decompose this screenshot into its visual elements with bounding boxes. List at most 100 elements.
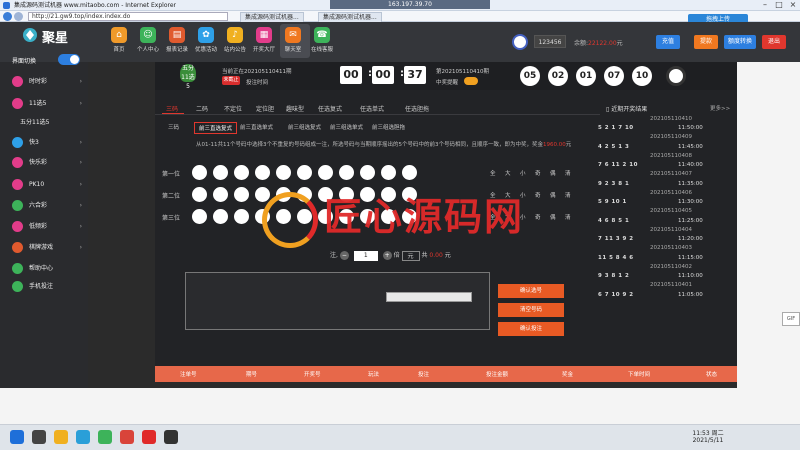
number-ball[interactable]	[255, 165, 270, 180]
sidebar-item-label: 低频彩	[29, 223, 48, 230]
subtab-2[interactable]: 前三直选单式	[236, 122, 277, 134]
video-reel-icon[interactable]	[666, 66, 686, 86]
quick-pick-5[interactable]: 清	[565, 169, 571, 177]
logout-button[interactable]: 退出	[762, 35, 786, 49]
tab-5[interactable]: 任选复式	[318, 104, 342, 113]
quick-pick-3[interactable]: 奇	[535, 169, 541, 177]
number-ball[interactable]	[276, 165, 291, 180]
tab-6[interactable]: 任选单式	[360, 104, 384, 113]
forward-icon[interactable]	[14, 12, 23, 21]
quick-pick-1[interactable]: 大	[505, 169, 511, 177]
back-icon[interactable]	[3, 12, 12, 21]
sidebar-item-6[interactable]: 六合彩 ›	[12, 199, 82, 213]
quick-pick-4[interactable]: 偶	[550, 169, 556, 177]
number-ball[interactable]	[213, 209, 228, 224]
withdraw-button[interactable]: 提款	[694, 35, 718, 49]
sidebar-item-7[interactable]: 低频彩 ›	[12, 220, 82, 234]
tab-1[interactable]: 二码	[196, 104, 208, 113]
number-ball[interactable]	[192, 165, 207, 180]
confirm-bet-button[interactable]: 确认投注	[498, 322, 564, 336]
quick-pick-0[interactable]: 全	[490, 169, 496, 177]
maximize-icon[interactable]: □	[772, 0, 786, 10]
taskbar-app-icon[interactable]	[120, 430, 134, 444]
number-ball[interactable]	[255, 187, 270, 202]
game-icon	[12, 76, 23, 87]
sidebar-item-2[interactable]: 五分11选5	[20, 116, 90, 130]
unit-select[interactable]: 元	[401, 250, 420, 261]
total-amount: 0.00	[429, 252, 443, 259]
quick-pick-5[interactable]: 清	[565, 191, 571, 199]
number-ball[interactable]	[192, 187, 207, 202]
subtab-1[interactable]: 前三直选复式	[194, 122, 238, 134]
quick-pick-2[interactable]: 小	[520, 169, 526, 177]
history-row: 6 7 10 9 2 11:05:00	[598, 292, 708, 298]
subtab-5[interactable]: 前三组选胆拖	[368, 122, 409, 134]
number-ball[interactable]	[234, 209, 249, 224]
number-ball[interactable]	[360, 165, 375, 180]
sidebar-item-1[interactable]: 11选5 ›	[12, 97, 82, 111]
multiplier-input[interactable]: 1	[353, 250, 378, 261]
tab-4[interactable]: 趣味型	[286, 104, 304, 113]
sidebar-item-3[interactable]: 快3 ›	[12, 136, 82, 150]
history-row: 9 3 8 1 2 11:10:00 202105110401	[598, 273, 708, 288]
taskbar-app-icon[interactable]	[54, 430, 68, 444]
number-ball[interactable]	[318, 165, 333, 180]
lobby-switch-toggle[interactable]	[58, 54, 80, 65]
quick-pick-5[interactable]: 清	[565, 213, 571, 221]
number-ball[interactable]	[297, 165, 312, 180]
browser-tab[interactable]: 集成源码测试机器...	[318, 12, 382, 22]
number-ball[interactable]	[402, 165, 417, 180]
history-more-link[interactable]: 更多>>	[710, 104, 730, 112]
browser-tab[interactable]: 集成源码测试机器...	[240, 12, 304, 22]
quick-pick-4[interactable]: 偶	[550, 213, 556, 221]
taskbar-app-icon[interactable]	[98, 430, 112, 444]
number-ball[interactable]	[234, 187, 249, 202]
recharge-button[interactable]: 充值	[656, 35, 680, 49]
sidebar-item-8[interactable]: 棋牌游戏 ›	[12, 241, 82, 255]
history-numbers: 9 2 3 8 1	[598, 180, 630, 187]
sidebar-item-10[interactable]: 手机投注	[12, 280, 82, 294]
subtab-0[interactable]: 三码	[164, 122, 183, 134]
quick-pick-3[interactable]: 奇	[535, 213, 541, 221]
address-input[interactable]: http://21.gw9.top/index.index.do	[28, 12, 228, 21]
tab-0[interactable]: 三码	[166, 104, 178, 113]
sidebar-item-0[interactable]: 时时彩 ›	[12, 75, 82, 89]
close-icon[interactable]: ×	[786, 0, 800, 10]
transfer-button[interactable]: 额度转换	[724, 35, 756, 49]
decrease-multiplier-button[interactable]: −	[339, 251, 349, 260]
result-ball: 02	[548, 66, 568, 86]
quick-pick-3[interactable]: 奇	[535, 191, 541, 199]
tab-7[interactable]: 任选胆拖	[405, 104, 429, 113]
taskbar-app-icon[interactable]	[142, 430, 156, 444]
tab-3[interactable]: 定位胆	[256, 104, 274, 113]
number-ball[interactable]	[339, 165, 354, 180]
number-ball[interactable]	[381, 165, 396, 180]
taskbar-app-icon[interactable]	[76, 430, 90, 444]
tab-2[interactable]: 不定位	[224, 104, 242, 113]
sidebar-item-5[interactable]: PK10 ›	[12, 178, 82, 192]
taskbar-app-icon[interactable]	[32, 430, 46, 444]
user-avatar[interactable]	[512, 34, 528, 50]
number-ball[interactable]	[192, 209, 207, 224]
taskbar-app-icon[interactable]	[10, 430, 24, 444]
subtab-4[interactable]: 前三组选单式	[326, 122, 367, 134]
sidebar-item-4[interactable]: 快乐彩 ›	[12, 156, 82, 170]
increase-multiplier-button[interactable]: +	[382, 251, 392, 260]
gif-button[interactable]: GIF	[782, 312, 800, 326]
win-alert-toggle[interactable]	[464, 77, 478, 85]
sidebar-item-label: 五分11选5	[20, 119, 50, 126]
quick-pick-4[interactable]: 偶	[550, 191, 556, 199]
history-numbers: 4 2 5 1 3	[598, 143, 630, 150]
number-ball[interactable]	[234, 165, 249, 180]
sidebar-item-9[interactable]: 帮助中心	[12, 262, 82, 276]
number-ball[interactable]	[213, 187, 228, 202]
history-issue: 202105110409	[650, 134, 692, 140]
subtab-3[interactable]: 前三组选复式	[284, 122, 325, 134]
clear-numbers-button[interactable]: 清空号码	[498, 303, 564, 317]
minimize-icon[interactable]: –	[758, 0, 772, 10]
number-ball[interactable]	[213, 165, 228, 180]
ime-toolbar[interactable]	[386, 292, 472, 302]
confirm-selection-button[interactable]: 确认选号	[498, 284, 564, 298]
nav-item-7[interactable]: ☎ 在线客服	[309, 27, 335, 53]
taskbar-app-icon[interactable]	[164, 430, 178, 444]
